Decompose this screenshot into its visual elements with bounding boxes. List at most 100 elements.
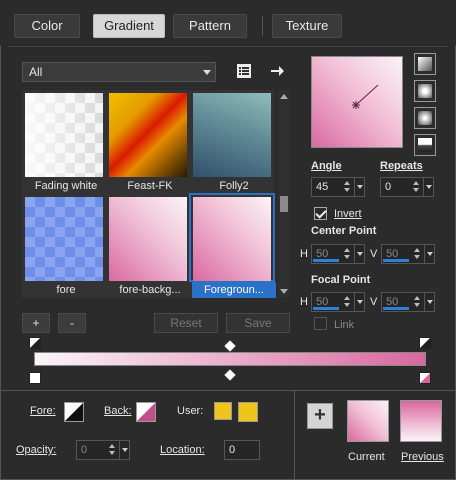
opacity-value: 0 (81, 444, 88, 456)
center-v-stepper[interactable] (414, 247, 422, 261)
gradient-item-label: Foregroun... (192, 282, 276, 298)
focal-v-dropdown[interactable] (424, 293, 434, 311)
focal-h-dropdown[interactable] (354, 293, 364, 311)
opacity-dropdown[interactable] (119, 441, 129, 459)
opacity-spinbox[interactable]: 0 (76, 440, 130, 460)
gradient-item-fore-background[interactable]: fore-backg... (108, 196, 188, 296)
category-select[interactable]: All (22, 62, 216, 82)
angle-dropdown[interactable] (354, 178, 364, 196)
previous-label: Previous (401, 451, 444, 463)
radial-style-button[interactable] (414, 134, 436, 156)
bottom-vertical-divider (294, 390, 295, 480)
center-h-label: H (300, 248, 308, 260)
scroll-down-icon[interactable] (280, 289, 288, 294)
gradient-swatch (109, 93, 187, 177)
center-v-dropdown[interactable] (424, 245, 434, 263)
tab-texture[interactable]: Texture (272, 14, 342, 38)
repeats-spinbox[interactable]: 0 (380, 177, 434, 197)
gradient-item-label: Fading white (34, 180, 98, 192)
center-v-spinbox[interactable]: 50 (381, 244, 435, 264)
tab-bar: Color Gradient Pattern Texture (0, 0, 456, 46)
invert-label: Invert (334, 208, 362, 220)
center-point-label: Center Point (311, 225, 377, 237)
gradient-item-label: fore-backg... (119, 284, 181, 296)
back-swatch[interactable] (136, 402, 156, 422)
transparency-stop-left[interactable] (29, 337, 41, 349)
tab-gradient[interactable]: Gradient (93, 14, 165, 38)
scroll-thumb[interactable] (280, 196, 288, 212)
center-h-spinbox[interactable]: 50 (311, 244, 365, 264)
color-stop-left[interactable] (29, 372, 41, 384)
repeats-label: Repeats (380, 160, 423, 172)
repeats-dropdown[interactable] (423, 178, 433, 196)
arrow-right-icon[interactable] (268, 62, 286, 80)
focal-h-stepper[interactable] (344, 295, 352, 309)
gradient-item-label: Feast-FK (127, 180, 173, 192)
tab-divider (8, 46, 448, 47)
gradient-swatch (25, 93, 103, 177)
focal-v-stepper[interactable] (414, 295, 422, 309)
opacity-stepper[interactable] (109, 443, 117, 457)
rectangular-gradient-icon (418, 84, 432, 98)
fore-swatch[interactable] (64, 402, 84, 422)
tab-color[interactable]: Color (14, 14, 80, 38)
center-v-slider[interactable] (383, 259, 409, 262)
color-stop-right[interactable] (419, 372, 431, 384)
list-icon[interactable] (235, 62, 253, 80)
fore-label: Fore: (30, 405, 56, 417)
focal-v-slider[interactable] (383, 307, 409, 310)
angle-value: 45 (316, 181, 329, 193)
previous-swatch[interactable] (400, 400, 442, 442)
tab-pattern[interactable]: Pattern (173, 14, 247, 38)
gradient-item-fore[interactable]: fore (24, 196, 104, 296)
transparency-stop-right[interactable] (419, 337, 431, 349)
current-swatch[interactable] (347, 400, 389, 442)
location-field[interactable]: 0 (224, 440, 260, 460)
repeats-value: 0 (385, 181, 392, 193)
save-button[interactable]: Save (226, 313, 290, 333)
rectangular-style-button[interactable] (414, 80, 436, 102)
user-color-swatch-2[interactable] (238, 402, 258, 422)
add-gradient-button[interactable]: + (22, 313, 50, 333)
repeats-stepper[interactable] (413, 180, 421, 194)
center-v-label: V (370, 248, 378, 260)
location-label: Location: (160, 444, 205, 456)
focal-h-spinbox[interactable]: 50 (311, 292, 365, 312)
gradient-item-feast-fk[interactable]: Feast-FK (108, 92, 188, 192)
sunburst-style-button[interactable] (414, 107, 436, 129)
sunburst-gradient-icon (418, 111, 432, 125)
gradient-item-fading-white[interactable]: Fading white (24, 92, 104, 192)
gradient-item-folly2[interactable]: Folly2 (192, 92, 272, 192)
user-color-swatch-1[interactable] (214, 402, 232, 420)
reset-button[interactable]: Reset (154, 313, 218, 333)
remove-gradient-button[interactable]: - (58, 313, 86, 333)
gradient-swatch (109, 197, 187, 281)
gradient-item-label: Folly2 (219, 180, 249, 192)
center-h-stepper[interactable] (344, 247, 352, 261)
tab-separator (262, 16, 263, 36)
angle-spinbox[interactable]: 45 (311, 177, 365, 197)
linear-style-button[interactable] (414, 53, 436, 75)
category-select-value: All (29, 65, 43, 79)
center-h-slider[interactable] (313, 259, 339, 262)
gradient-preview[interactable] (311, 56, 403, 148)
angle-stepper[interactable] (344, 180, 352, 194)
angle-label: Angle (311, 160, 342, 172)
gradient-swatch (25, 197, 103, 281)
current-label: Current (348, 451, 385, 463)
focal-v-spinbox[interactable]: 50 (381, 292, 435, 312)
location-value: 0 (229, 444, 236, 456)
library-scrollbar[interactable] (278, 90, 290, 298)
user-label: User: (177, 405, 204, 417)
chevron-down-icon (203, 70, 211, 75)
plus-icon[interactable]: + (307, 403, 333, 429)
scroll-up-icon[interactable] (280, 94, 288, 99)
gradient-library: Fading white Feast-FK Folly2 fore fore-b… (22, 90, 276, 298)
invert-checkbox[interactable] (314, 207, 327, 220)
center-h-dropdown[interactable] (354, 245, 364, 263)
gradient-item-foreground[interactable]: Foregroun... (189, 193, 276, 298)
link-checkbox[interactable] (314, 317, 327, 330)
back-label: Back: (104, 405, 132, 417)
gradient-bar[interactable] (34, 352, 426, 366)
focal-h-slider[interactable] (313, 307, 339, 310)
